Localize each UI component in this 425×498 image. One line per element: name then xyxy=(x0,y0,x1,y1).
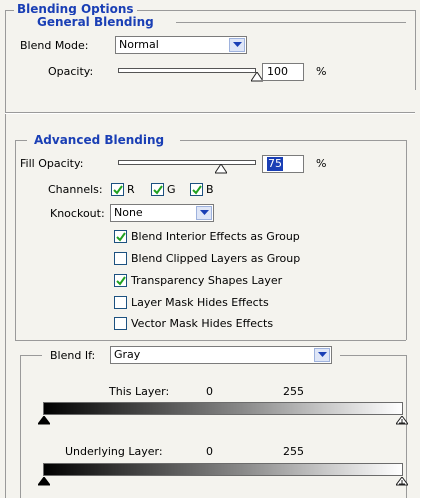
blend-clipped-layers-label: Blend Clipped Layers as Group xyxy=(131,252,301,265)
fill-opacity-label: Fill Opacity: xyxy=(20,157,84,170)
blending-options-panel: Blending Options General Blending Blend … xyxy=(0,0,420,498)
chevron-down-icon xyxy=(196,206,212,220)
blend-mode-select[interactable]: Normal xyxy=(115,36,247,54)
general-blending-title: General Blending xyxy=(34,15,157,29)
underlying-layer-min: 0 xyxy=(206,445,213,458)
vector-mask-hides-effects-label: Vector Mask Hides Effects xyxy=(131,317,274,330)
opacity-input[interactable]: 100 xyxy=(262,63,304,81)
blend-interior-effects-checkbox[interactable] xyxy=(114,230,127,243)
section-divider-highlight xyxy=(5,113,415,114)
underlying-layer-black-slider[interactable] xyxy=(38,477,50,486)
advanced-group-top-border-left xyxy=(15,140,27,141)
vector-mask-hides-effects-checkbox[interactable] xyxy=(114,317,127,330)
this-layer-white-slider[interactable] xyxy=(396,416,408,425)
channel-r-checkbox[interactable] xyxy=(111,183,124,196)
advanced-group-left-border xyxy=(15,140,16,340)
blend-if-value: Gray xyxy=(114,348,141,361)
channel-g-checkbox[interactable] xyxy=(151,183,164,196)
advanced-group-right-border xyxy=(406,140,407,340)
knockout-value: None xyxy=(114,206,143,219)
channel-g-label: G xyxy=(167,183,176,196)
this-layer-black-slider[interactable] xyxy=(38,416,50,425)
advanced-group-bottom-border xyxy=(15,340,406,341)
fill-opacity-unit: % xyxy=(316,157,327,170)
fill-opacity-slider-thumb[interactable] xyxy=(215,164,227,174)
fill-opacity-input[interactable]: 75 xyxy=(262,155,304,173)
opacity-label: Opacity: xyxy=(48,65,94,78)
channels-label: Channels: xyxy=(48,183,103,196)
general-group-top-border-right xyxy=(176,22,406,23)
channel-b-label: B xyxy=(206,183,214,196)
this-layer-max: 255 xyxy=(283,385,304,398)
knockout-select[interactable]: None xyxy=(110,204,214,222)
channel-r-label: R xyxy=(127,183,135,196)
layer-mask-hides-effects-label: Layer Mask Hides Effects xyxy=(131,296,269,309)
underlying-layer-max: 255 xyxy=(283,445,304,458)
blend-if-label: Blend If: xyxy=(50,349,96,362)
opacity-value: 100 xyxy=(267,65,288,78)
blend-if-group-top-border-left xyxy=(20,355,42,356)
underlying-layer-gradient-bar xyxy=(43,463,403,476)
blend-interior-effects-label: Blend Interior Effects as Group xyxy=(131,230,300,243)
outer-left-border xyxy=(5,10,6,498)
advanced-blending-title: Advanced Blending xyxy=(31,133,168,147)
layer-mask-hides-effects-checkbox[interactable] xyxy=(114,296,127,309)
channel-b-checkbox[interactable] xyxy=(190,183,203,196)
knockout-label: Knockout: xyxy=(50,207,105,220)
chevron-down-icon xyxy=(229,38,245,52)
blend-if-group-left-border xyxy=(20,355,21,498)
blend-if-select[interactable]: Gray xyxy=(110,346,332,364)
blending-options-title: Blending Options xyxy=(14,2,137,16)
chevron-down-icon xyxy=(314,348,330,362)
underlying-layer-white-slider[interactable] xyxy=(396,477,408,486)
fill-opacity-value: 75 xyxy=(267,157,283,171)
outer-right-border xyxy=(415,10,416,90)
opacity-unit: % xyxy=(316,65,327,78)
blend-clipped-layers-checkbox[interactable] xyxy=(114,252,127,265)
transparency-shapes-layer-checkbox[interactable] xyxy=(114,274,127,287)
fill-opacity-slider-track[interactable] xyxy=(118,160,256,165)
this-layer-gradient-bar xyxy=(43,402,403,415)
blend-mode-label: Blend Mode: xyxy=(20,39,89,52)
transparency-shapes-layer-label: Transparency Shapes Layer xyxy=(131,274,283,287)
blend-mode-value: Normal xyxy=(119,38,159,51)
this-layer-min: 0 xyxy=(206,385,213,398)
this-layer-label: This Layer: xyxy=(109,385,170,398)
underlying-layer-label: Underlying Layer: xyxy=(65,445,163,458)
opacity-slider-track[interactable] xyxy=(118,68,256,73)
advanced-group-top-border-right xyxy=(180,140,406,141)
blend-if-group-top-border-right xyxy=(340,355,406,356)
